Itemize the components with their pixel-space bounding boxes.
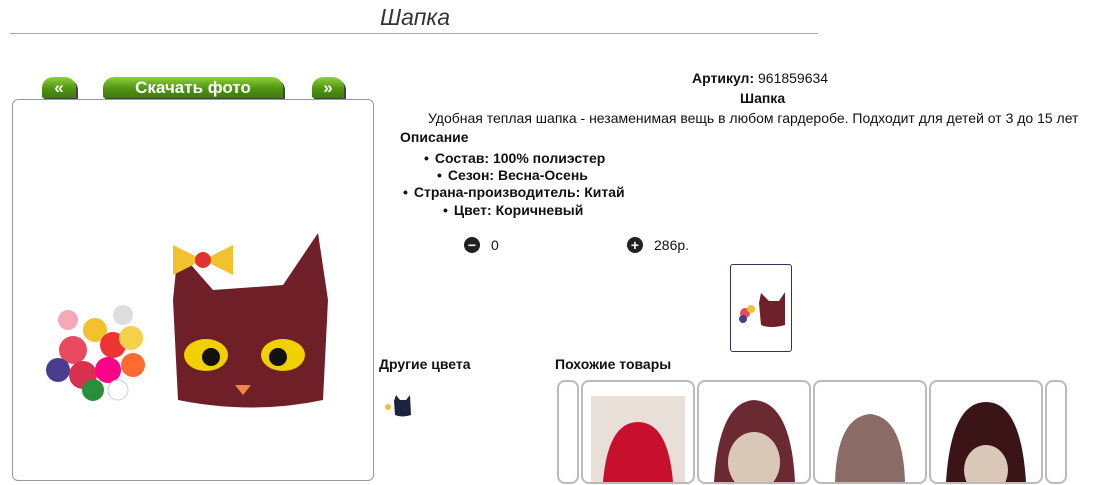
article-label: Артикул: bbox=[692, 70, 755, 86]
minus-circle-icon[interactable]: − bbox=[464, 237, 480, 253]
article-value: 961859634 bbox=[758, 70, 829, 86]
main-photo[interactable] bbox=[12, 99, 374, 481]
similar-product-card[interactable] bbox=[929, 380, 1043, 484]
selected-thumbnail[interactable] bbox=[730, 264, 792, 352]
spec-color: Цвет: Коричневый bbox=[443, 202, 583, 218]
spec-composition: Состав: 100% полиэстер bbox=[424, 150, 605, 166]
price-value: 286р. bbox=[654, 237, 690, 253]
plus-circle-icon[interactable]: + bbox=[627, 237, 643, 253]
quantity-value: 0 bbox=[491, 237, 499, 253]
spec-country: Страна-производитель: Китай bbox=[403, 184, 625, 200]
next-photo-button[interactable]: » bbox=[312, 77, 344, 98]
flower-bouquet-image bbox=[46, 305, 145, 401]
download-photo-button[interactable]: Скачать фото bbox=[103, 77, 283, 98]
product-description: Удобная теплая шапка - незаменимая вещь … bbox=[428, 110, 1079, 126]
page-title: Шапка bbox=[380, 4, 451, 30]
product-image bbox=[46, 233, 328, 408]
spec-season: Сезон: Весна-Осень bbox=[437, 167, 588, 183]
carousel-next-button[interactable] bbox=[1045, 380, 1067, 484]
carousel-prev-button[interactable] bbox=[557, 380, 579, 484]
similar-product-card[interactable] bbox=[697, 380, 811, 484]
other-color-thumbnail[interactable] bbox=[382, 393, 414, 421]
title-divider bbox=[10, 33, 818, 34]
product-name: Шапка bbox=[740, 90, 786, 106]
similar-products-heading: Похожие товары bbox=[555, 356, 672, 372]
prev-photo-button[interactable]: « bbox=[42, 77, 76, 98]
article-line: Артикул: 961859634 bbox=[692, 70, 828, 86]
thumbnail-image bbox=[739, 292, 785, 327]
cat-hat-image bbox=[173, 233, 328, 408]
description-heading: Описание bbox=[400, 129, 469, 145]
similar-product-card[interactable] bbox=[813, 380, 927, 484]
other-colors-heading: Другие цвета bbox=[379, 356, 471, 372]
similar-product-card[interactable] bbox=[581, 380, 695, 484]
